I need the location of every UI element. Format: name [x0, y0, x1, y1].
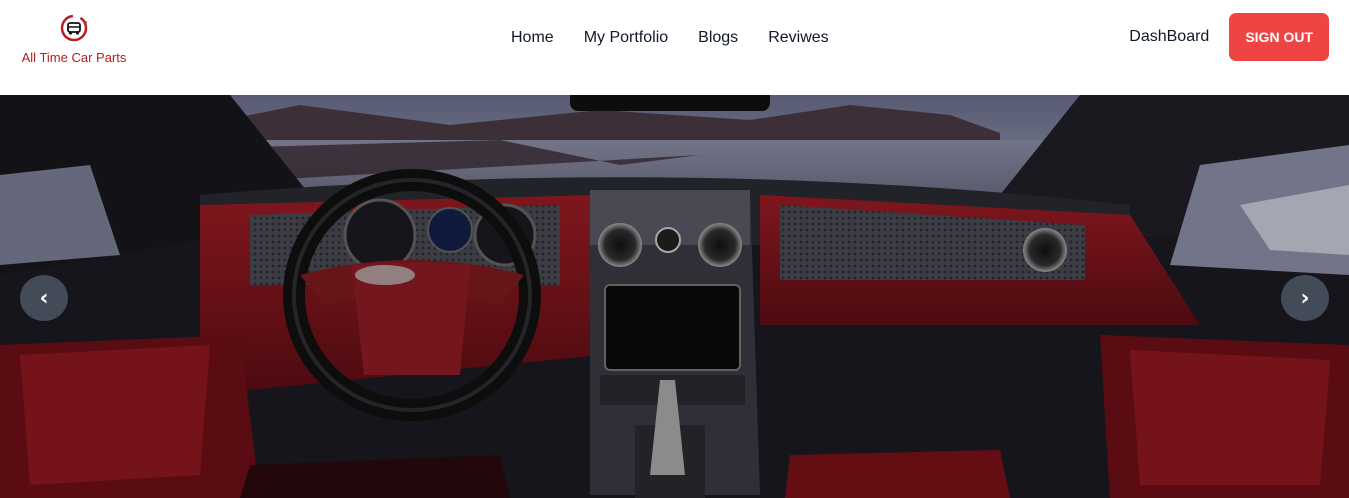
main-nav: Home My Portfolio Blogs Reviwes [496, 24, 844, 52]
dashboard-link[interactable]: DashBoard [1129, 28, 1209, 46]
nav-home[interactable]: Home [496, 24, 569, 52]
car-gear-logo-icon [60, 14, 88, 42]
carousel-next-button[interactable]: › [1281, 275, 1329, 321]
nav-my-portfolio[interactable]: My Portfolio [569, 24, 683, 52]
brand-link[interactable]: All Time Car Parts [14, 10, 134, 70]
nav-reviews[interactable]: Reviwes [753, 24, 843, 52]
nav-blogs[interactable]: Blogs [683, 24, 753, 52]
car-interior-image [0, 95, 1349, 498]
nav-actions: DashBoard Sign out [1129, 13, 1329, 61]
sign-out-button[interactable]: Sign out [1229, 13, 1329, 61]
hero-carousel: ‹ › [0, 95, 1349, 498]
navbar: All Time Car Parts Home My Portfolio Blo… [0, 0, 1349, 95]
carousel-prev-button[interactable]: ‹ [20, 275, 68, 321]
brand-name: All Time Car Parts [21, 50, 127, 65]
